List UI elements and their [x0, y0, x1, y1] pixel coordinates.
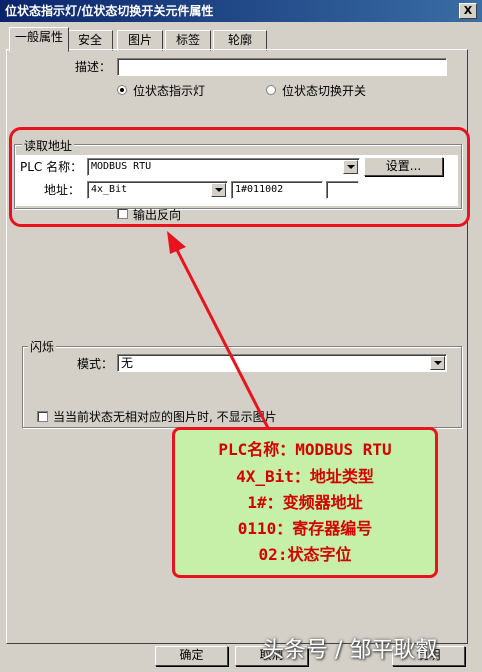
arrow-shaft	[174, 247, 270, 429]
callout-line: PLC名称：MODBUS RTU	[218, 440, 392, 459]
callout-line: 4X_Bit：地址类型	[236, 467, 374, 486]
watermark: 头条号 / 邹平耿叡	[262, 638, 438, 663]
callout-line: 1#：变频器地址	[247, 493, 363, 512]
tab-general[interactable]: 一般属性	[9, 27, 69, 52]
ok-button[interactable]: 确定	[155, 646, 228, 666]
arrow-head	[167, 231, 186, 254]
annotation-callout: PLC名称：MODBUS RTU 4X_Bit：地址类型 1#：变频器地址 01…	[172, 427, 438, 578]
callout-line: 0110：寄存器编号	[237, 519, 373, 538]
callout-line: 02:状态字位	[258, 545, 352, 564]
